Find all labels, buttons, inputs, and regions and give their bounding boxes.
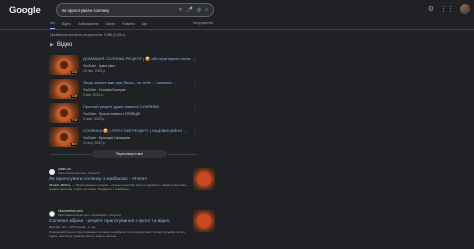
video-title[interactable]: Якщо знаєте вже при Якою—то тебе ... сап… (83, 80, 197, 85)
video-icon: ▶ (50, 42, 54, 48)
tab-more[interactable]: Ще (142, 22, 147, 29)
result-title-link[interactable]: Солянка збірна - рецепт приготування з ф… (49, 219, 214, 224)
video-date: 5 лист. 2023 р. (83, 117, 106, 121)
video-title[interactable]: ДОМАШНЯ СОЛЯНКА РЕЦЕПТ | 😋 або пригтуват… (83, 56, 197, 61)
video-source: YouTube · Кулінарні Самоцвіти (83, 136, 131, 140)
divider (168, 154, 197, 155)
result-thumbnail[interactable] (193, 168, 215, 190)
tab-all[interactable]: Усі (50, 21, 55, 29)
gear-icon[interactable]: ⚙ (428, 5, 434, 13)
video-item[interactable]: 8:15 СОЛЯНКА 😋 | ПРОСТИЙ РЕЦЕПТ | НАДЗВИ… (49, 127, 197, 149)
avatar[interactable] (460, 4, 470, 14)
google-logo[interactable]: Google (9, 5, 41, 16)
video-source: YouTube · Просто смачно з ЯЛОВЦЮ (83, 112, 141, 116)
more-options-icon[interactable]: ⋮ (193, 130, 197, 135)
play-icon (60, 61, 68, 69)
tab-maps[interactable]: Карти (105, 22, 115, 29)
tab-video[interactable]: Відео (62, 22, 71, 29)
video-source: YouTube · Соломія Бочерин (83, 88, 126, 92)
divider (50, 154, 91, 155)
result-stats: Приблизна кількість результатів: 9 080 (… (50, 33, 126, 37)
search-tabs: Усі Відео Зображення Карти Новини Ще (50, 21, 147, 29)
result-site[interactable]: unian.ua https://www.unian.ua › Рецепти (49, 167, 214, 175)
result-rating: Рейтинг: 4,5 · 175 голосів · 1 год (49, 225, 96, 230)
video-source: YouTube · Ірина Цвєт (83, 64, 116, 68)
search-result: unian.ua https://www.unian.ua › Рецепти … (49, 167, 214, 192)
lens-icon[interactable]: ◎ (197, 7, 201, 13)
more-options-icon[interactable]: ⋮ (193, 82, 197, 87)
video-thumbnail[interactable]: 4:38 (49, 79, 79, 99)
site-favicon (49, 210, 55, 217)
video-thumbnail[interactable]: 3:32 (49, 55, 79, 75)
video-section-heading: ▶ Відео (50, 42, 73, 48)
play-icon (60, 109, 68, 117)
more-options-icon[interactable]: ⋮ (193, 58, 197, 63)
video-item[interactable]: 7:02 Простий рецепт дуже смачної СОЛЯНКИ… (49, 103, 197, 125)
tab-divider (0, 29, 474, 30)
site-favicon (49, 168, 55, 175)
search-box[interactable]: як приготувати солянку ✕ 🎤 ◎ ⌕ (56, 3, 214, 17)
video-date: 11 вер. 2022 р. (83, 141, 106, 145)
result-snippet: Покроковий рецепт приготування солянки з… (49, 230, 186, 239)
search-icon[interactable]: ⌕ (205, 7, 208, 13)
video-date: 3 квіт. 2023 р. (83, 93, 104, 97)
result-snippet: 20 квіт. 2023 р. — Приготування солянки … (49, 183, 187, 192)
mic-icon[interactable]: 🎤 (187, 7, 193, 13)
search-input[interactable]: як приготувати солянку (62, 8, 178, 13)
result-thumbnail[interactable] (193, 210, 215, 232)
play-icon (60, 133, 68, 141)
apps-grid-icon[interactable]: ⋮⋮ (440, 5, 454, 13)
video-item[interactable]: 4:38 Якщо знаєте вже при Якою—то тебе ..… (49, 79, 197, 101)
show-all-videos-button[interactable]: Переглянути все (92, 150, 167, 158)
video-date: 15 лют. 2023 р. (83, 69, 106, 73)
video-thumbnail[interactable]: 8:15 (49, 127, 79, 147)
play-icon (60, 85, 68, 93)
tools-button[interactable]: Інструменти (193, 21, 213, 25)
video-thumbnail[interactable]: 7:02 (49, 103, 79, 123)
video-item[interactable]: 3:32 ДОМАШНЯ СОЛЯНКА РЕЦЕПТ | 😋 або приг… (49, 55, 197, 77)
tab-images[interactable]: Зображення (78, 22, 99, 29)
search-result: eksomeniari.com https://eksomeniari.com … (49, 209, 214, 239)
video-title[interactable]: СОЛЯНКА 😋 | ПРОСТИЙ РЕЦЕПТ | НАДЗВИЧАЙНО… (83, 128, 197, 133)
clear-icon[interactable]: ✕ (178, 7, 182, 13)
tab-news[interactable]: Новини (122, 22, 135, 29)
more-options-icon[interactable]: ⋮ (193, 106, 197, 111)
result-site[interactable]: eksomeniari.com https://eksomeniari.com … (49, 209, 214, 217)
video-title[interactable]: Простий рецепт дуже смачної СОЛЯНКИ (83, 104, 197, 109)
result-title-link[interactable]: Як приготувати солянку з ковбасою - УНІА… (49, 177, 214, 182)
